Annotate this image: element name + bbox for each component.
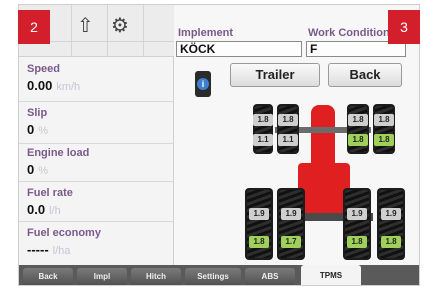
- metric-value: 0: [27, 162, 35, 177]
- implement-field[interactable]: KÖCK: [176, 41, 302, 57]
- tire-actual-pressure: 1.1: [278, 134, 298, 146]
- tire-actual-pressure: 1.8: [374, 134, 394, 146]
- bottom-tab-bar: Back Impl Hitch Settings ABS TPMS: [19, 265, 419, 285]
- metric-unit: l/h: [49, 205, 61, 217]
- arrow-up-icon[interactable]: ⇧: [77, 11, 94, 39]
- tire-rear-left-inner[interactable]: 1.9 1.7: [277, 188, 305, 260]
- tire-front-right-outer[interactable]: 1.8 1.8: [373, 104, 395, 154]
- metric-unit: %: [38, 165, 49, 177]
- metric-value: 0: [27, 122, 35, 137]
- tab-impl[interactable]: Impl: [77, 268, 127, 285]
- tire-rear-left-outer[interactable]: 1.9 1.8: [245, 188, 273, 260]
- tire-front-right-inner[interactable]: 1.8 1.8: [347, 104, 369, 154]
- back-button[interactable]: Back: [328, 63, 402, 87]
- tire-actual-pressure: 1.8: [249, 236, 269, 248]
- tire-set-pressure: 1.8: [374, 114, 394, 126]
- tire-set-pressure: 1.8: [348, 114, 368, 126]
- tire-set-pressure: 1.9: [381, 208, 401, 220]
- metric-label: Engine load: [27, 147, 90, 159]
- metric-fuel-rate: Fuel rate 0.0 l/h: [27, 187, 167, 219]
- tire-actual-pressure: 1.8: [381, 236, 401, 248]
- metric-label: Slip: [27, 107, 48, 119]
- metric-value: 0.0: [27, 202, 46, 217]
- tire-actual-pressure: 1.1: [253, 134, 273, 146]
- metric-value: 0.00: [27, 78, 53, 93]
- tire-actual-pressure: 1.7: [281, 236, 301, 248]
- tpms-panel: Implement KÖCK Work Condition F i Traile…: [174, 5, 419, 265]
- work-condition-label: Work Condition: [308, 27, 390, 39]
- implement-label: Implement: [178, 27, 234, 39]
- tire-set-pressure: 1.9: [281, 208, 301, 220]
- tab-hitch[interactable]: Hitch: [131, 268, 181, 285]
- tab-abs[interactable]: ABS: [245, 268, 295, 285]
- tire-front-left-inner[interactable]: 1.8 1.1: [277, 104, 299, 154]
- tab-back[interactable]: Back: [23, 268, 73, 285]
- tire-set-pressure: 1.8: [278, 114, 298, 126]
- tab-settings[interactable]: Settings: [185, 268, 241, 285]
- step-badge-right: 3: [388, 10, 420, 44]
- tire-rear-right-inner[interactable]: 1.9 1.8: [343, 188, 371, 260]
- trailer-button[interactable]: Trailer: [230, 63, 320, 87]
- tire-set-pressure: 1.8: [253, 114, 273, 126]
- tire-set-pressure: 1.9: [347, 208, 367, 220]
- tire-set-pressure: 1.9: [249, 208, 269, 220]
- metric-label: Fuel rate: [27, 187, 73, 199]
- tab-tpms[interactable]: TPMS: [301, 265, 361, 285]
- metric-engine-load: Engine load 0%: [27, 147, 167, 179]
- metric-slip: Slip 0%: [27, 107, 167, 139]
- tractor-settings-icon[interactable]: ⚙: [111, 11, 129, 39]
- tire-front-left-outer[interactable]: 1.8 1.1: [253, 104, 273, 154]
- left-info-panel: Speed 0.00 km/h Slip 0% Engine load 0% Fu…: [19, 57, 174, 265]
- info-icon[interactable]: i: [195, 71, 211, 97]
- metric-label: Speed: [27, 63, 61, 75]
- terminal-screen: ⎋ ⇧ ⚙ Speed 0.00km/h Slip 0% Engine load…: [18, 4, 420, 286]
- tire-actual-pressure: 1.8: [348, 134, 368, 146]
- metric-unit: km/h: [56, 81, 81, 93]
- metric-unit: %: [38, 125, 49, 137]
- step-badge-left: 2: [18, 10, 50, 44]
- metric-label: Fuel economy: [27, 227, 101, 239]
- tire-rear-right-outer[interactable]: 1.9 1.8: [377, 188, 405, 260]
- tire-actual-pressure: 1.8: [347, 236, 367, 248]
- metric-unit: l/ha: [52, 245, 71, 257]
- metric-speed: Speed 0.00 km/h: [27, 63, 167, 95]
- metric-fuel-economy: Fuel economy ----- l/ha: [27, 227, 167, 259]
- metric-value: -----: [27, 242, 49, 257]
